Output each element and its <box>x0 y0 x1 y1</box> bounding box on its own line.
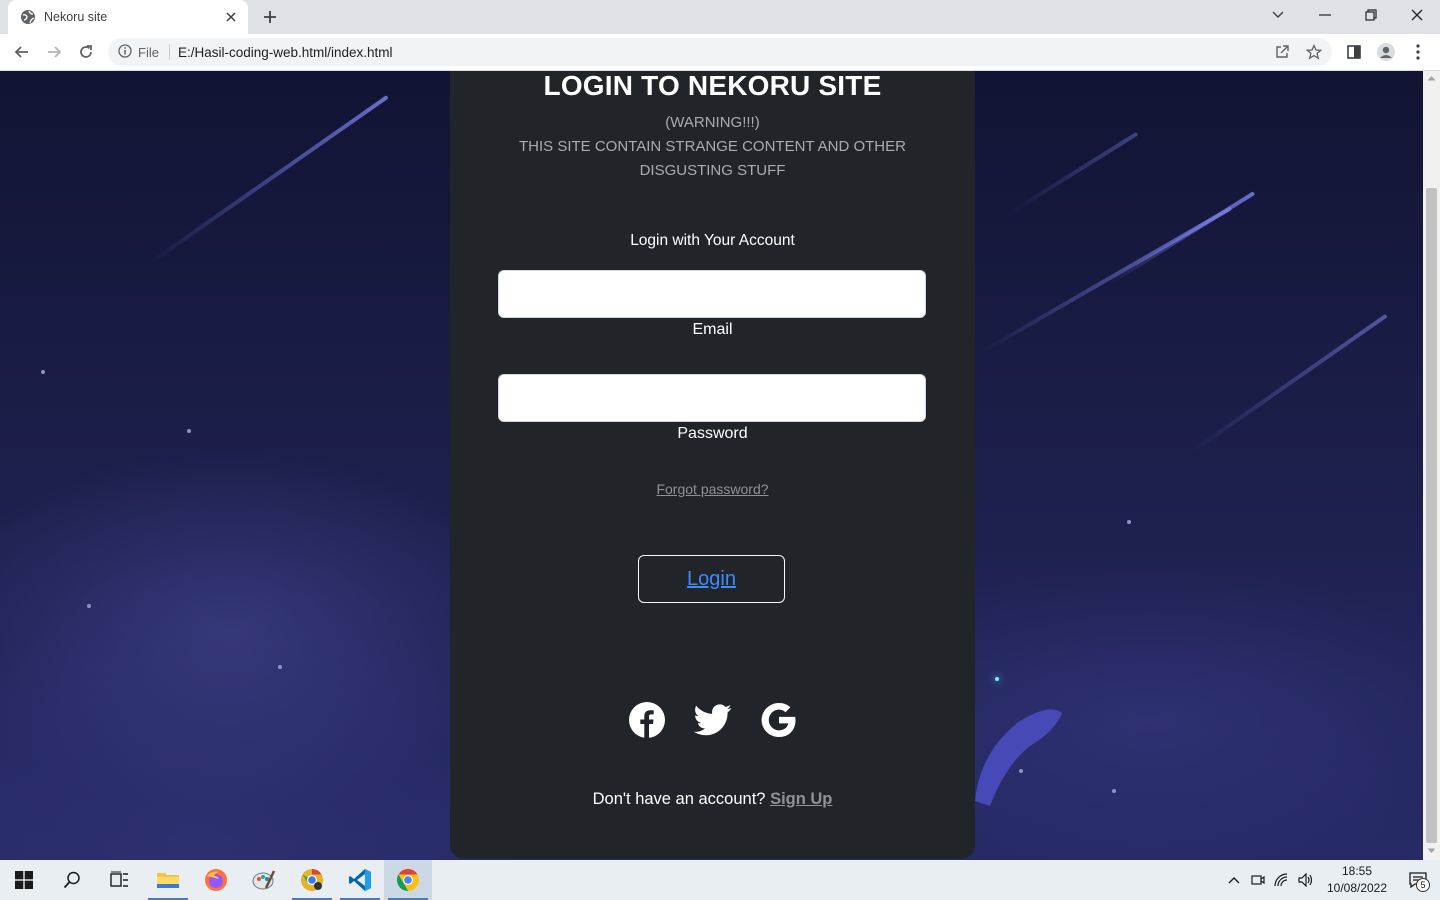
close-window-button[interactable] <box>1394 0 1440 30</box>
clock-date: 10/08/2022 <box>1326 881 1388 895</box>
facebook-icon[interactable] <box>628 701 666 739</box>
warning-text: (WARNING!!!) THIS SITE CONTAIN STRANGE C… <box>490 111 935 183</box>
signup-prompt: Don't have an account? Sign Up <box>450 790 975 809</box>
close-tab-icon[interactable] <box>222 8 240 26</box>
star <box>87 604 91 608</box>
windows-taskbar: 18:55 10/08/2022 5 <box>0 860 1440 900</box>
notification-count-badge: 5 <box>1416 878 1430 892</box>
browser-menu-icon[interactable] <box>1404 38 1432 66</box>
file-explorer-icon[interactable] <box>144 860 192 900</box>
login-subtitle: Login with Your Account <box>630 232 795 249</box>
password-input[interactable] <box>498 374 926 422</box>
info-icon <box>118 43 132 61</box>
shooting-star <box>1188 313 1388 455</box>
system-tray: 18:55 10/08/2022 5 <box>1222 860 1440 900</box>
browser-tab-strip: Nekoru site <box>0 0 1440 34</box>
browser-toolbar: File E:/Hasil-coding-web.html/index.html <box>0 34 1440 71</box>
network-icon[interactable] <box>1270 860 1294 900</box>
address-bar[interactable]: File E:/Hasil-coding-web.html/index.html <box>108 38 1332 66</box>
social-login-group <box>450 701 975 739</box>
star <box>187 429 191 433</box>
tab-search-icon[interactable] <box>1255 0 1301 30</box>
whale-silhouette <box>975 709 1062 806</box>
shooting-star <box>148 95 389 265</box>
minimize-button[interactable] <box>1302 0 1348 30</box>
login-button[interactable]: Login <box>638 555 785 603</box>
email-input[interactable] <box>498 270 926 318</box>
page-scrollbar[interactable] <box>1423 71 1440 860</box>
page-title: LOGIN TO NEKORU SITE <box>543 71 882 101</box>
restore-button[interactable] <box>1348 0 1394 30</box>
reload-button[interactable] <box>72 38 100 66</box>
start-icon[interactable] <box>0 860 48 900</box>
paint-icon[interactable] <box>240 860 288 900</box>
signup-prompt-text: Don't have an account? <box>592 790 766 808</box>
star <box>1127 520 1131 524</box>
chrome-canary-icon[interactable] <box>288 860 336 900</box>
password-label: Password <box>677 425 748 442</box>
vscode-icon[interactable] <box>336 860 384 900</box>
volume-icon[interactable] <box>1294 860 1318 900</box>
firefox-icon[interactable] <box>192 860 240 900</box>
star <box>995 677 999 681</box>
login-card: LOGIN TO NEKORU SITE (WARNING!!!) THIS S… <box>450 71 975 859</box>
email-label: Email <box>692 321 733 338</box>
chevron-up-icon[interactable] <box>1222 860 1246 900</box>
task-view-icon[interactable] <box>96 860 144 900</box>
scroll-up-icon[interactable] <box>1427 75 1436 81</box>
warning-heading: (WARNING!!!) <box>665 114 760 131</box>
forgot-password-link[interactable]: Forgot password? <box>450 481 975 497</box>
chrome-icon[interactable] <box>384 860 432 900</box>
star <box>41 370 45 374</box>
shooting-star <box>1008 131 1139 215</box>
tab-title: Nekoru site <box>44 10 108 24</box>
profile-avatar-icon[interactable] <box>1372 38 1400 66</box>
back-button[interactable] <box>8 38 36 66</box>
notification-center-icon[interactable]: 5 <box>1396 860 1440 900</box>
url-scheme-label: File <box>138 44 159 60</box>
twitter-icon[interactable] <box>693 701 732 739</box>
scrollbar-thumb[interactable] <box>1426 188 1437 843</box>
meet-now-icon[interactable] <box>1246 860 1270 900</box>
signup-link[interactable]: Sign Up <box>770 790 832 808</box>
globe-icon <box>20 9 36 25</box>
new-tab-button[interactable] <box>258 6 282 28</box>
system-clock[interactable]: 18:55 10/08/2022 <box>1318 863 1396 897</box>
forward-button[interactable] <box>40 38 68 66</box>
page-background: LOGIN TO NEKORU SITE (WARNING!!!) THIS S… <box>0 71 1423 860</box>
scroll-down-icon[interactable] <box>1427 848 1436 854</box>
share-icon[interactable] <box>1272 42 1292 62</box>
google-icon[interactable] <box>760 701 798 739</box>
side-panel-icon[interactable] <box>1340 38 1368 66</box>
url-text: E:/Hasil-coding-web.html/index.html <box>177 44 393 60</box>
browser-tab[interactable]: Nekoru site <box>8 0 248 34</box>
clock-time: 18:55 <box>1341 864 1373 878</box>
site-info[interactable]: File <box>118 43 170 61</box>
shooting-star <box>1108 191 1256 285</box>
star <box>1112 789 1116 793</box>
warning-body: THIS SITE CONTAIN STRANGE CONTENT AND OT… <box>519 138 906 179</box>
bookmark-star-icon[interactable] <box>1304 42 1324 62</box>
star <box>278 665 282 669</box>
search-icon[interactable] <box>48 860 96 900</box>
